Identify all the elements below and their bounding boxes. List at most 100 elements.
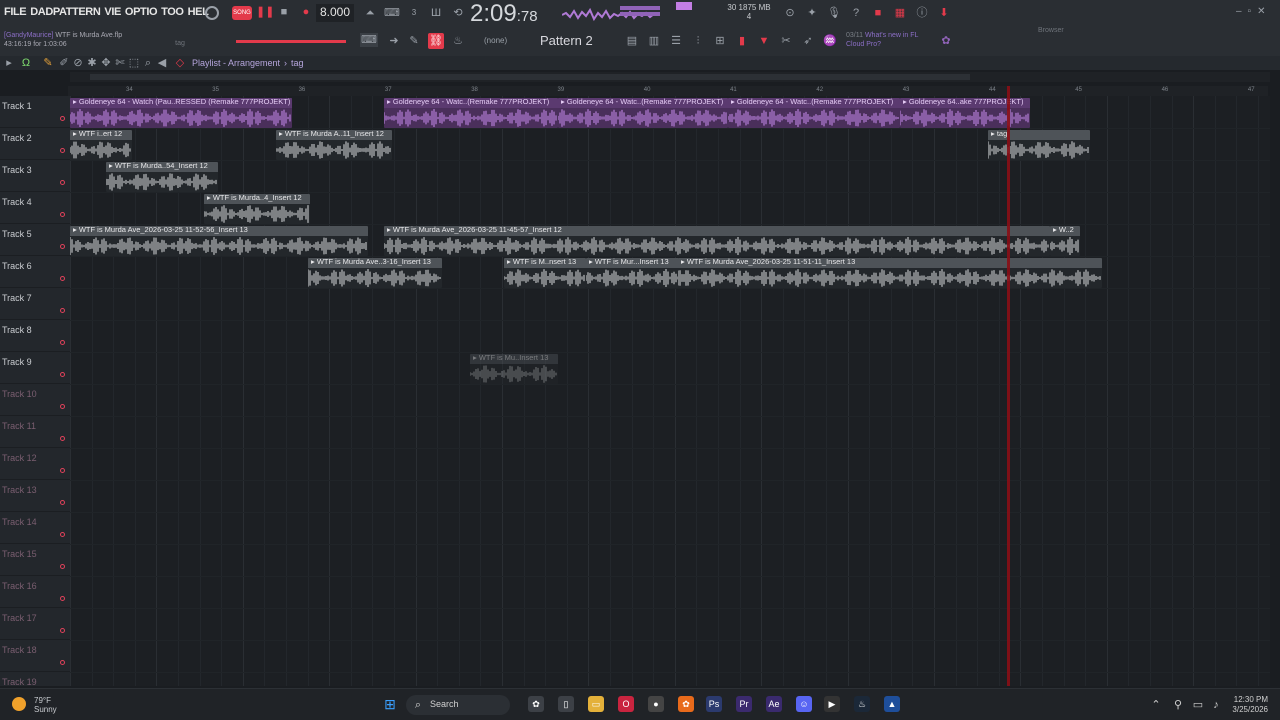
track-mute-icon[interactable] bbox=[60, 628, 65, 633]
track-header[interactable]: Track 15 bbox=[0, 544, 70, 576]
weather-widget[interactable]: 79°F Sunny bbox=[34, 696, 57, 714]
pdc-icon[interactable]: ▮ bbox=[734, 33, 750, 49]
plugin-icon[interactable]: ▦ bbox=[892, 5, 908, 21]
mic-tray-icon[interactable]: ⚲ bbox=[1170, 697, 1186, 713]
timeline-ruler[interactable]: 34 35 36 37 38 39 40 41 42 43 44 45 46 47 bbox=[68, 86, 1268, 96]
track-header[interactable]: Track 5 bbox=[0, 224, 70, 256]
tempo-display[interactable]: 8.000 bbox=[316, 4, 354, 22]
task-view-icon[interactable]: ✿ bbox=[528, 696, 544, 712]
snap-value[interactable]: (none) bbox=[484, 36, 507, 45]
draw-icon[interactable]: ✎ bbox=[406, 33, 422, 49]
browser-label[interactable]: Browser bbox=[1038, 27, 1064, 34]
audio-clip[interactable]: ▸ W..2 bbox=[1050, 226, 1080, 256]
track-header[interactable]: Track 9 bbox=[0, 352, 70, 384]
track-header[interactable]: Track 18 bbox=[0, 640, 70, 672]
track-header[interactable]: Track 16 bbox=[0, 576, 70, 608]
tray-overflow-icon[interactable]: ⌃ bbox=[1148, 697, 1164, 713]
mixer-icon[interactable]: ⫶ bbox=[690, 33, 706, 49]
track-mute-icon[interactable] bbox=[60, 276, 65, 281]
track-mute-icon[interactable] bbox=[60, 500, 65, 505]
file-icon[interactable]: ▯ bbox=[558, 696, 574, 712]
audio-clip[interactable]: ▸ tag bbox=[988, 130, 1090, 160]
audio-clip[interactable]: ▸ WTF i..ert 12 bbox=[70, 130, 132, 160]
audio-clip[interactable]: ▸ WTF is Murda Ave_2026-03-25 11-51-11_I… bbox=[678, 258, 1102, 288]
track-mute-icon[interactable] bbox=[60, 148, 65, 153]
track-mute-icon[interactable] bbox=[60, 116, 65, 121]
news-panel[interactable]: 03/11 What's new in FL Cloud Pro? bbox=[846, 31, 918, 49]
fl-studio-icon[interactable]: ✿ bbox=[678, 696, 694, 712]
audio-clip[interactable]: ▸ Goldeneye 64 - Watch (Pau..RESSED (Rem… bbox=[70, 98, 292, 128]
audio-clip[interactable]: ▸ WTF is Murda..54_Insert 12 bbox=[106, 162, 218, 192]
track-header[interactable]: Track 3 bbox=[0, 160, 70, 192]
paint-icon[interactable]: ♨ bbox=[450, 33, 466, 49]
track-mute-icon[interactable] bbox=[60, 596, 65, 601]
horizontal-scrollbar[interactable] bbox=[70, 72, 1270, 82]
track-mute-icon[interactable] bbox=[60, 244, 65, 249]
menu-file[interactable]: FILE bbox=[4, 6, 27, 18]
record-mode-icon[interactable] bbox=[205, 6, 219, 20]
menu-add-pattern[interactable]: DADPATTERN bbox=[30, 6, 101, 18]
after-effects-icon[interactable]: Ae bbox=[766, 696, 782, 712]
track-header[interactable]: Track 13 bbox=[0, 480, 70, 512]
network-icon[interactable]: ▭ bbox=[1190, 697, 1206, 713]
step-edit-icon[interactable]: Ш bbox=[428, 5, 444, 21]
system-clock[interactable]: 12:30 PM 3/25/2026 bbox=[1226, 695, 1268, 715]
master-pitch-slider[interactable] bbox=[236, 40, 346, 43]
scrollbar-thumb[interactable] bbox=[90, 74, 970, 80]
github-icon[interactable]: ● bbox=[648, 696, 664, 712]
track-header[interactable]: Track 14 bbox=[0, 512, 70, 544]
record-icon[interactable]: ● bbox=[298, 4, 314, 20]
audio-clip[interactable]: ▸ WTF is Mu..Insert 13 bbox=[470, 354, 558, 384]
pattern-selector[interactable]: Pattern 2 bbox=[540, 33, 593, 48]
audio-clip[interactable]: ▸ WTF is Murda Ave_2026-03-25 11-45-57_I… bbox=[384, 226, 1050, 256]
save-icon[interactable]: ■ bbox=[870, 5, 886, 21]
audio-clip[interactable]: ▸ Goldeneye 64 - Watc..(Remake 777PROJEK… bbox=[558, 98, 728, 128]
snap-icon[interactable]: ⛓ bbox=[428, 33, 444, 49]
online-icon[interactable]: ⊙ bbox=[782, 5, 798, 21]
audio-clip[interactable]: ▸ Goldeneye 64 - Watc..(Remake 777PROJEK… bbox=[384, 98, 558, 128]
browser-icon[interactable]: ⊞ bbox=[712, 33, 728, 49]
pause-icon[interactable]: ❚❚ bbox=[256, 4, 274, 20]
track-mute-icon[interactable] bbox=[60, 532, 65, 537]
audio-clip[interactable]: ▸ WTF is Murda..4_Insert 12 bbox=[204, 194, 310, 224]
playlist-icon[interactable]: ▤ bbox=[624, 33, 640, 49]
playback-icon[interactable]: ◀ bbox=[154, 55, 170, 71]
pattern-song-toggle[interactable]: SONG bbox=[232, 6, 252, 20]
track-mute-icon[interactable] bbox=[60, 404, 65, 409]
piano-roll-icon[interactable]: ▥ bbox=[646, 33, 662, 49]
menu-view[interactable]: VIE bbox=[104, 6, 121, 18]
weather-icon[interactable] bbox=[12, 697, 26, 711]
playhead[interactable] bbox=[1007, 86, 1010, 686]
master-volume-icon[interactable] bbox=[676, 2, 692, 10]
window-controls[interactable]: –▫✕ bbox=[1236, 6, 1272, 17]
track-mute-icon[interactable] bbox=[60, 212, 65, 217]
audio-clip[interactable]: ▸ WTF is M..nsert 13 bbox=[504, 258, 586, 288]
explorer-icon[interactable]: ▭ bbox=[588, 696, 604, 712]
countdown-icon[interactable]: 3 bbox=[406, 5, 422, 21]
magnet-icon[interactable]: Ω bbox=[18, 55, 34, 71]
track-mute-icon[interactable] bbox=[60, 180, 65, 185]
premiere-icon[interactable]: Pr bbox=[736, 696, 752, 712]
wrench-icon[interactable]: ✂ bbox=[778, 33, 794, 49]
steam-icon[interactable]: ♨ bbox=[854, 696, 870, 712]
track-mute-icon[interactable] bbox=[60, 436, 65, 441]
track-mute-icon[interactable] bbox=[60, 372, 65, 377]
audio-clip[interactable]: ▸ Goldeneye 64..ake 777PROJEKT) bbox=[900, 98, 1030, 128]
keyboard-icon[interactable]: ⌨ bbox=[360, 33, 378, 47]
audio-clip[interactable]: ▸ WTF is Murda Ave_2026-03-25 11-52-56_I… bbox=[70, 226, 368, 256]
arrow-right-icon[interactable]: ➜ bbox=[386, 33, 402, 49]
info-icon[interactable]: ⓘ bbox=[914, 5, 930, 21]
audio-clip[interactable]: ▸ WTF is Murda Ave..3-16_Insert 13 bbox=[308, 258, 442, 288]
audio-clip[interactable]: ▸ Goldeneye 64 - Watc..(Remake 777PROJEK… bbox=[728, 98, 900, 128]
track-mute-icon[interactable] bbox=[60, 660, 65, 665]
track-header[interactable]: Track 12 bbox=[0, 448, 70, 480]
download-icon[interactable]: ⬇ bbox=[936, 5, 952, 21]
news-icon[interactable]: ✿ bbox=[938, 33, 954, 49]
help-icon[interactable]: ? bbox=[848, 5, 864, 21]
metronome-icon[interactable]: ⏶ bbox=[362, 5, 378, 21]
plugin-db-icon[interactable]: ▼ bbox=[756, 33, 772, 49]
arrangement-icon[interactable]: ◇ bbox=[172, 55, 188, 71]
loop-record-icon[interactable]: ⟲ bbox=[450, 5, 466, 21]
playlist-grid[interactable]: ▸ Goldeneye 64 - Watch (Pau..RESSED (Rem… bbox=[70, 96, 1280, 686]
tools-icon[interactable]: ✦ bbox=[804, 5, 820, 21]
